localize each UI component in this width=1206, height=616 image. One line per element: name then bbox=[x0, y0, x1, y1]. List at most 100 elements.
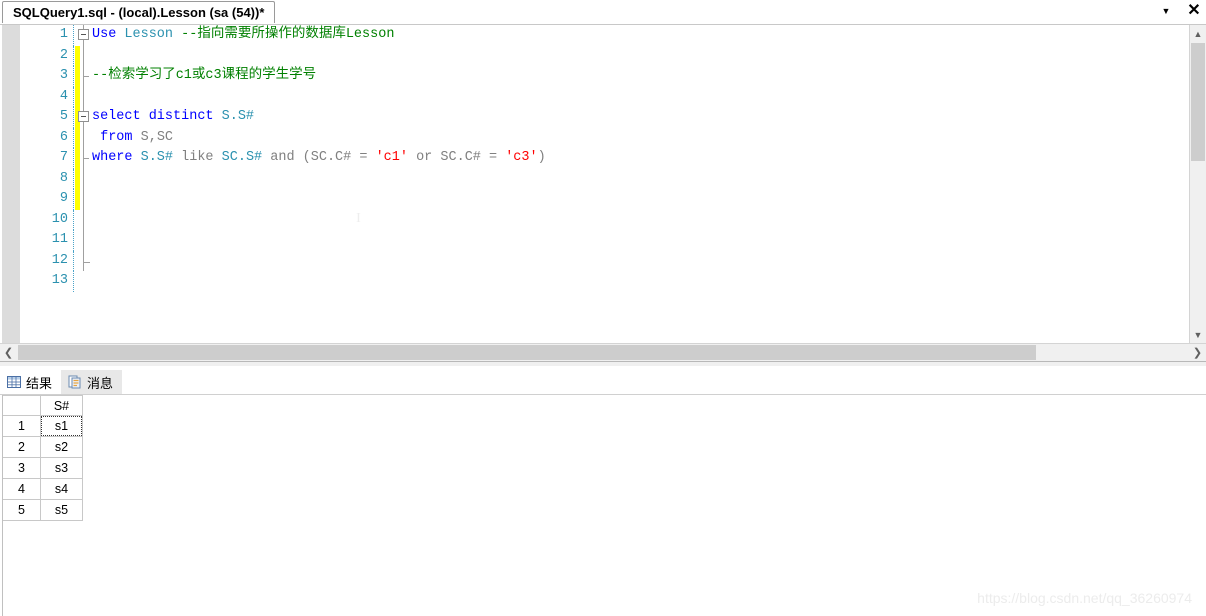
code-token: SC.C# = bbox=[440, 150, 506, 165]
unsaved-change-bar bbox=[75, 148, 80, 169]
line-number: 3 bbox=[59, 68, 68, 83]
code-token: --检索学习了c1或c3课程的学生学号 bbox=[92, 68, 317, 83]
horizontal-scrollbar-thumb[interactable] bbox=[18, 345, 1036, 360]
outlining-guide-line bbox=[83, 189, 84, 210]
chevron-left-icon[interactable]: ❮ bbox=[0, 344, 17, 361]
watermark-text: https://blog.csdn.net/qq_36260974 bbox=[977, 590, 1192, 606]
text-cursor-icon: I bbox=[356, 211, 361, 226]
outlining-guide-line bbox=[83, 209, 84, 230]
results-tab-divider bbox=[0, 394, 1206, 395]
editor-code-area[interactable]: 1 Use Lesson --指向需要所操作的数据库Lesson 2 3 --检索学习了… bbox=[20, 25, 1206, 343]
results-tab-messages[interactable]: 消息 bbox=[61, 370, 123, 394]
results-grid[interactable]: S# 1 s1 2 s2 3 s3 4 s4 5 s5 bbox=[2, 395, 83, 521]
grid-row-number[interactable]: 5 bbox=[3, 500, 41, 521]
line-number: 5 bbox=[59, 109, 68, 124]
grid-row[interactable]: 2 s2 bbox=[3, 437, 83, 458]
code-token: SC.S# bbox=[221, 150, 271, 165]
line-number: 1 bbox=[59, 27, 68, 42]
message-page-icon bbox=[68, 375, 82, 389]
code-token: S.S# bbox=[140, 150, 182, 165]
code-line-text: where S.S# like SC.S# and (SC.C# = 'c1' … bbox=[92, 148, 546, 169]
chevron-down-icon[interactable]: ▼ bbox=[1158, 2, 1174, 20]
indicator-margin bbox=[73, 250, 75, 271]
outlining-tick bbox=[83, 76, 89, 77]
code-token: S,SC bbox=[140, 129, 174, 145]
grid-cell[interactable]: s1 bbox=[41, 416, 83, 437]
editor-vertical-scrollbar[interactable]: ▲ ▼ bbox=[1189, 25, 1206, 343]
grid-cell[interactable]: s4 bbox=[41, 479, 83, 500]
code-token: Lesson bbox=[124, 27, 182, 42]
editor-horizontal-scrollbar[interactable]: ❮ ❯ bbox=[0, 343, 1206, 361]
outlining-guide-line bbox=[83, 230, 84, 251]
results-tab-bar: 结果 消息 bbox=[0, 370, 123, 394]
grid-row[interactable]: 4 s4 bbox=[3, 479, 83, 500]
code-line[interactable]: 8 bbox=[20, 168, 1206, 189]
grid-row[interactable]: 5 s5 bbox=[3, 500, 83, 521]
editor-selection-margin[interactable] bbox=[2, 25, 20, 343]
code-token: (SC.C# = bbox=[302, 150, 376, 165]
code-token: where bbox=[92, 150, 141, 165]
indicator-margin bbox=[73, 209, 75, 230]
code-line-text: --检索学习了c1或c3课程的学生学号 bbox=[92, 66, 316, 87]
code-line[interactable]: 13 bbox=[20, 271, 1206, 292]
chevron-right-icon[interactable]: ❯ bbox=[1189, 344, 1206, 361]
code-token: Use bbox=[92, 27, 125, 42]
grid-column-header-s[interactable]: S# bbox=[41, 395, 83, 416]
grid-row[interactable]: 1 s1 bbox=[3, 416, 83, 437]
code-line[interactable]: 11 bbox=[20, 230, 1206, 251]
code-line[interactable]: 12 bbox=[20, 250, 1206, 271]
line-number: 8 bbox=[59, 170, 68, 186]
results-tab-label: 消息 bbox=[87, 375, 114, 391]
unsaved-change-bar bbox=[75, 127, 80, 148]
chevron-up-icon[interactable]: ▲ bbox=[1190, 25, 1206, 42]
line-number: 2 bbox=[59, 47, 68, 63]
outlining-guide-line bbox=[83, 45, 84, 66]
code-line[interactable]: 2 bbox=[20, 45, 1206, 66]
results-tab-results[interactable]: 结果 bbox=[0, 370, 62, 394]
document-tab-sqlquery1[interactable]: SQLQuery1.sql - (local).Lesson (sa (54))… bbox=[2, 1, 276, 23]
code-line[interactable]: 10 bbox=[20, 209, 1206, 230]
code-token: and bbox=[270, 150, 303, 165]
grid-header-row: S# bbox=[3, 395, 83, 416]
code-line-text: Use Lesson --指向需要所操作的数据库Lesson bbox=[92, 25, 394, 46]
grid-row-number[interactable]: 1 bbox=[3, 416, 41, 437]
vertical-scrollbar-thumb[interactable] bbox=[1191, 43, 1205, 161]
grid-cell[interactable]: s3 bbox=[41, 458, 83, 479]
collapse-region-icon[interactable] bbox=[78, 111, 89, 122]
outlining-guide-line bbox=[83, 168, 84, 189]
grid-icon bbox=[7, 375, 21, 389]
grid-row-number[interactable]: 3 bbox=[3, 458, 41, 479]
close-icon[interactable]: ✕ bbox=[1186, 2, 1202, 20]
grid-row[interactable]: 3 s3 bbox=[3, 458, 83, 479]
tab-strip-controls: ▼ ✕ bbox=[1158, 2, 1202, 20]
code-line-text: select distinct S.S# bbox=[92, 107, 254, 128]
outlining-guide-line bbox=[83, 127, 84, 148]
grid-corner-header[interactable] bbox=[3, 395, 41, 416]
document-tab-label: SQLQuery1.sql - (local).Lesson (sa (54))… bbox=[13, 5, 265, 20]
code-line[interactable]: 7 where S.S# like SC.S# and (SC.C# = 'c1'… bbox=[20, 148, 1206, 169]
chevron-down-icon[interactable]: ▼ bbox=[1190, 326, 1206, 343]
code-line-text: from S,SC bbox=[92, 128, 173, 149]
document-tab-strip: SQLQuery1.sql - (local).Lesson (sa (54))… bbox=[0, 0, 1206, 25]
grid-row-number[interactable]: 2 bbox=[3, 437, 41, 458]
grid-cell[interactable]: s2 bbox=[41, 437, 83, 458]
collapse-region-icon[interactable] bbox=[78, 29, 89, 40]
sql-editor-pane[interactable]: 1 Use Lesson --指向需要所操作的数据库Lesson 2 3 --检索学习了… bbox=[0, 25, 1206, 343]
unsaved-change-bar bbox=[75, 189, 80, 210]
code-line[interactable]: 4 bbox=[20, 86, 1206, 107]
code-line[interactable]: 9 bbox=[20, 189, 1206, 210]
grid-cell[interactable]: s5 bbox=[41, 500, 83, 521]
line-number: 11 bbox=[51, 232, 68, 247]
grid-row-number[interactable]: 4 bbox=[3, 479, 41, 500]
code-line[interactable]: 5 select distinct S.S# bbox=[20, 107, 1206, 128]
code-line[interactable]: 3 --检索学习了c1或c3课程的学生学号 bbox=[20, 66, 1206, 87]
code-line[interactable]: 1 Use Lesson --指向需要所操作的数据库Lesson bbox=[20, 25, 1206, 46]
unsaved-change-bar bbox=[75, 66, 80, 87]
indicator-margin bbox=[73, 230, 75, 251]
code-token: or bbox=[407, 150, 441, 165]
line-number: 9 bbox=[59, 191, 68, 206]
indicator-margin bbox=[73, 25, 75, 46]
code-token: --指向需要所操作的数据库Lesson bbox=[181, 27, 395, 42]
outlining-tick bbox=[83, 158, 89, 159]
code-line[interactable]: 6 from S,SC bbox=[20, 127, 1206, 149]
